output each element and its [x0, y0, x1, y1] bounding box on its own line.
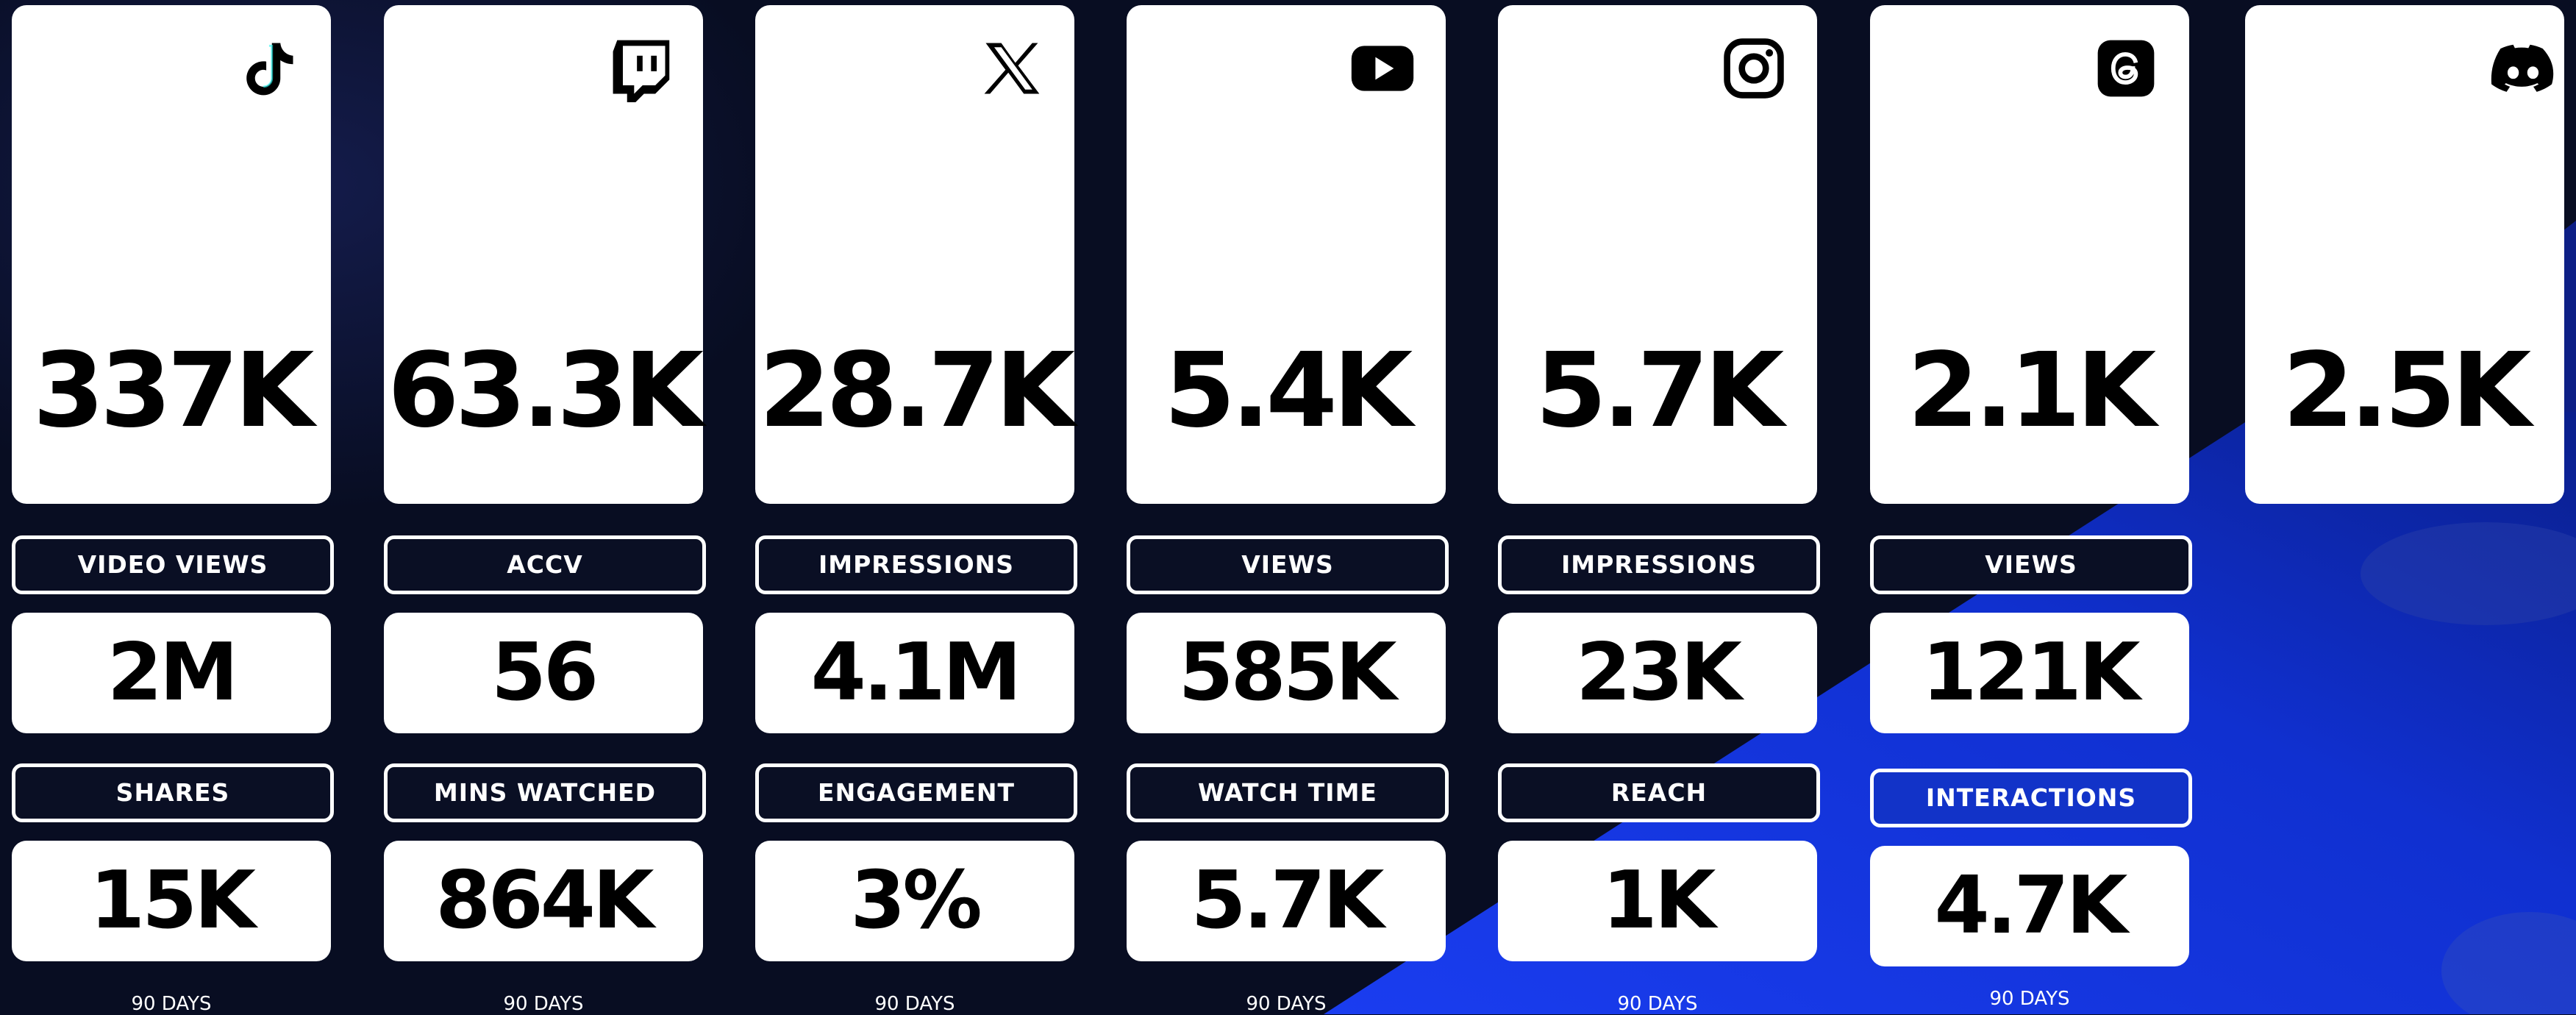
metric-2-value: 5.7K — [1127, 841, 1446, 961]
period-label: 90 DAYS — [1246, 993, 1327, 1015]
follower-card: 5.4K — [1127, 5, 1446, 504]
follower-card: 337K — [12, 5, 331, 504]
period-label: 90 DAYS — [1617, 993, 1698, 1015]
metric-2-value: 864K — [384, 841, 703, 961]
twitch-icon — [606, 35, 674, 102]
metric-2-label: ENGAGEMENT — [755, 763, 1077, 822]
metric-2-label: REACH — [1498, 763, 1820, 822]
follower-count: 28.7K — [759, 331, 1075, 451]
follower-count: 5.7K — [1535, 331, 1785, 451]
youtube-icon — [1349, 35, 1416, 102]
follower-count: 2.1K — [1907, 331, 2157, 451]
period-label: 90 DAYS — [874, 993, 955, 1015]
follower-count: 5.4K — [1163, 331, 1413, 451]
metric-1-value: 23K — [1498, 613, 1817, 733]
x-icon — [977, 35, 1045, 102]
metric-1-value: 2M — [12, 613, 331, 733]
metric-2-label: WATCH TIME — [1127, 763, 1449, 822]
metric-2-label: MINS WATCHED — [384, 763, 706, 822]
metric-1-label: ACCV — [384, 535, 706, 594]
metric-1-value: 585K — [1127, 613, 1446, 733]
threads-icon — [2092, 35, 2160, 102]
metric-1-label: VIEWS — [1870, 535, 2192, 594]
metric-2-value: 4.7K — [1870, 846, 2189, 966]
metric-1-label: VIEWS — [1127, 535, 1449, 594]
metric-1-label: IMPRESSIONS — [1498, 535, 1820, 594]
metric-2-value: 15K — [12, 841, 331, 961]
metric-1-label: IMPRESSIONS — [755, 535, 1077, 594]
period-label: 90 DAYS — [131, 993, 212, 1015]
period-label: 90 DAYS — [503, 993, 584, 1015]
metric-2-label: SHARES — [12, 763, 334, 822]
metric-2-value: 3% — [755, 841, 1074, 961]
follower-card: 2.1K — [1870, 5, 2189, 504]
follower-count: 2.5K — [2282, 331, 2532, 451]
period-label: 90 DAYS — [1989, 988, 2070, 1010]
follower-count: 63.3K — [388, 331, 704, 451]
metric-1-label: VIDEO VIEWS — [12, 535, 334, 594]
follower-card: 28.7K — [755, 5, 1075, 504]
metric-1-value: 121K — [1870, 613, 2189, 733]
follower-count: 337K — [32, 331, 315, 451]
follower-card: 2.5K — [2245, 5, 2564, 504]
instagram-icon — [1720, 35, 1788, 102]
metric-1-value: 4.1M — [755, 613, 1074, 733]
discord-icon — [2489, 35, 2557, 102]
follower-card: 63.3K — [384, 5, 704, 504]
metric-1-value: 56 — [384, 613, 703, 733]
follower-card: 5.7K — [1498, 5, 1817, 504]
metric-2-value: 1K — [1498, 841, 1817, 961]
tiktok-icon — [234, 35, 302, 102]
metric-2-label: INTERACTIONS — [1870, 769, 2192, 827]
